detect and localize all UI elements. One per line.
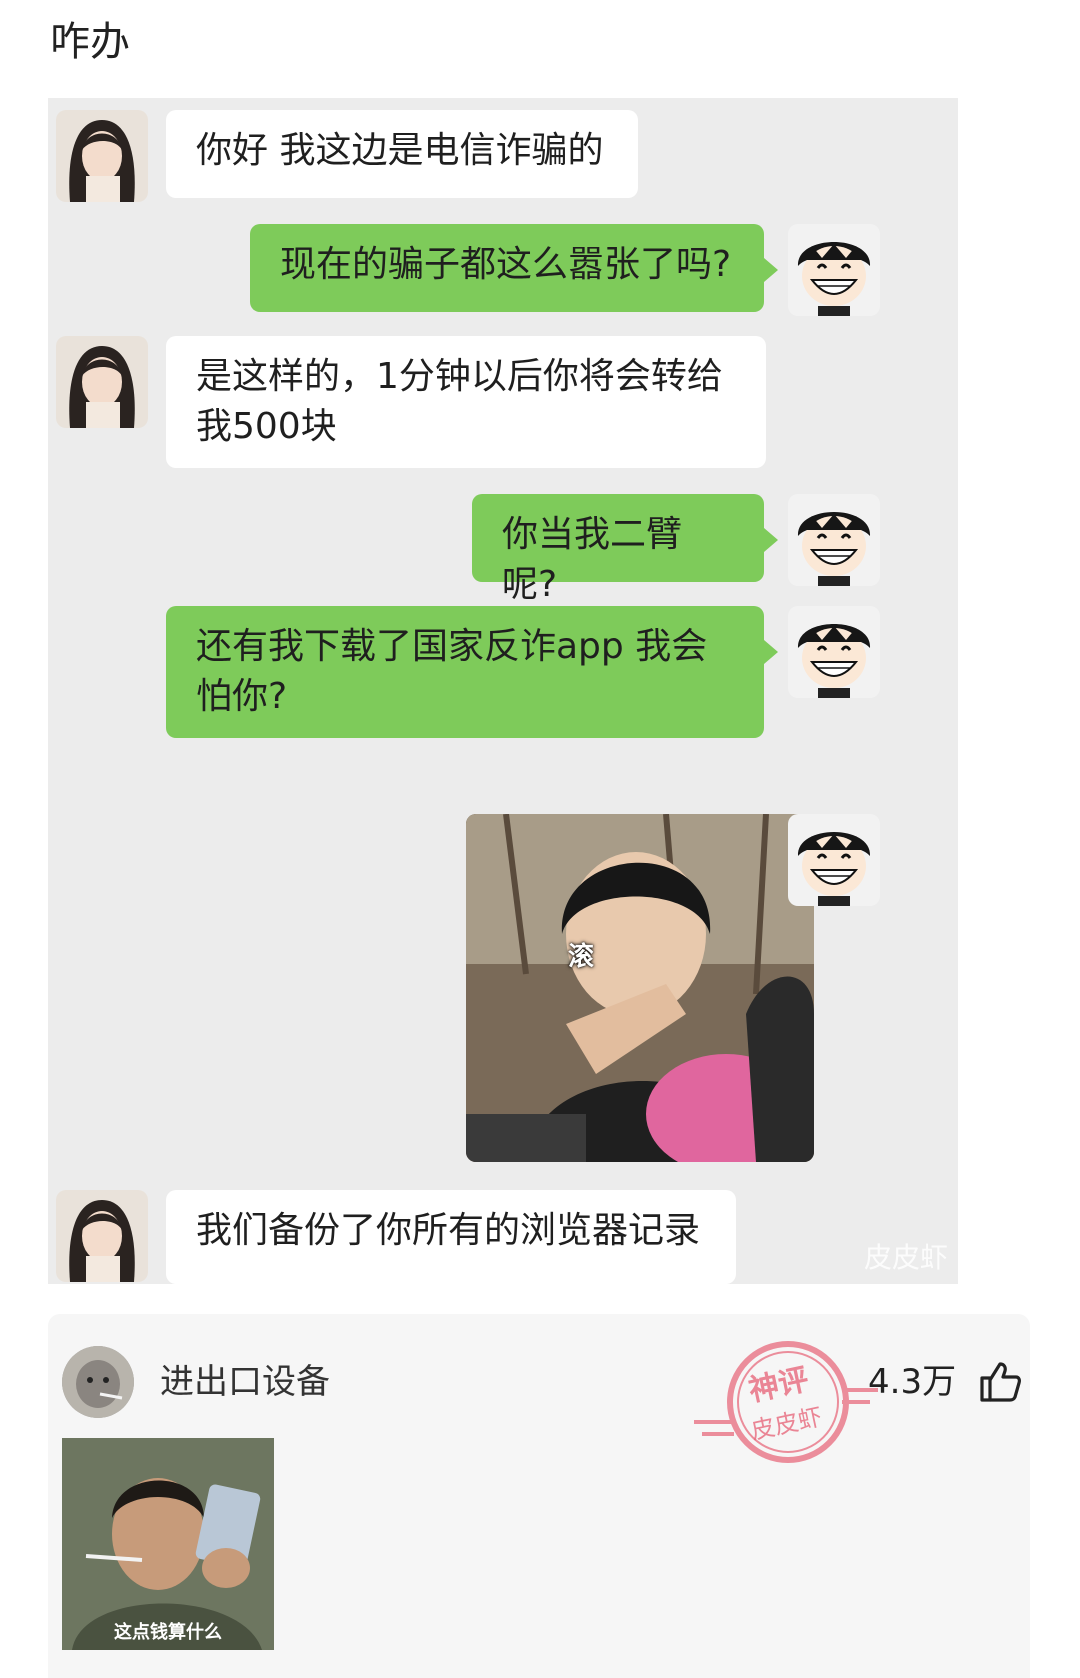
message-text: 你好 我这边是电信诈骗的 — [196, 130, 604, 171]
message-bubble-received: 我们备份了你所有的浏览器记录 — [166, 1190, 736, 1284]
message-bubble-sent: 现在的骗子都这么嚣张了吗? — [250, 224, 778, 312]
thumbs-up-icon[interactable] — [976, 1358, 1024, 1406]
message-text: 还有我下载了国家反诈app 我会怕你? — [196, 626, 708, 717]
message-text: 你当我二臂呢? — [502, 514, 683, 605]
comment-card: 进出口设备 神评 皮皮虾 4.3万 这点钱算什么 — [48, 1314, 1030, 1678]
message-bubble-received: 你好 我这边是电信诈骗的 — [166, 110, 638, 198]
hot-comment-stamp: 神评 皮皮虾 — [688, 1330, 888, 1480]
girl-avatar — [56, 110, 148, 202]
cartoon-avatar — [788, 814, 880, 906]
sticker-image-message[interactable]: 滚 — [466, 814, 814, 1162]
cartoon-avatar — [788, 606, 880, 698]
cartoon-avatar — [788, 494, 880, 586]
watermark: 皮皮虾 — [863, 1241, 948, 1274]
chat-screenshot: 你好 我这边是电信诈骗的 现在的骗子都这么嚣张了吗? 是这样的，1分钟以后你将会… — [48, 98, 958, 1284]
comment-meme-image[interactable]: 这点钱算什么 — [62, 1438, 274, 1650]
girl-avatar — [56, 1190, 148, 1282]
message-text: 是这样的，1分钟以后你将会转给我500块 — [196, 356, 723, 447]
commenter-username[interactable]: 进出口设备 — [160, 1358, 330, 1406]
cartoon-avatar — [788, 224, 880, 316]
message-bubble-sent: 还有我下载了国家反诈app 我会怕你? — [166, 606, 778, 738]
message-text: 现在的骗子都这么嚣张了吗? — [280, 244, 732, 285]
like-count: 4.3万 — [868, 1362, 957, 1402]
commenter-avatar[interactable] — [62, 1346, 134, 1418]
girl-avatar — [56, 336, 148, 428]
post-title: 咋办 — [50, 19, 130, 65]
message-bubble-sent: 你当我二臂呢? — [472, 494, 778, 605]
sticker-caption: 滚 — [568, 942, 595, 972]
message-text: 我们备份了你所有的浏览器记录 — [196, 1210, 701, 1251]
meme-caption: 这点钱算什么 — [114, 1622, 222, 1643]
message-bubble-received: 是这样的，1分钟以后你将会转给我500块 — [166, 336, 766, 468]
